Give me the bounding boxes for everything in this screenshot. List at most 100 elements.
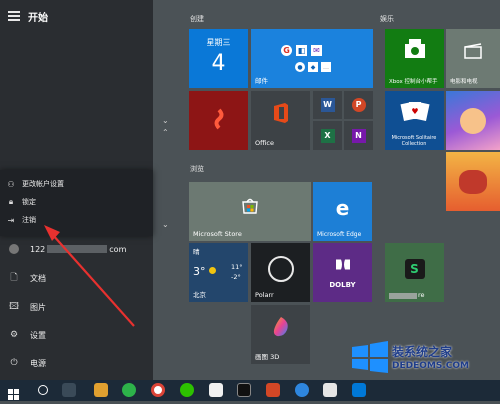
google-icon: G	[281, 45, 292, 56]
menu-item-sign-out[interactable]: ⇥ 注销	[6, 212, 36, 228]
tile-calendar[interactable]: 星期三 4	[189, 29, 248, 88]
tile-polarr-label: Polarr	[255, 291, 274, 299]
tile-weather[interactable]: 晴 3° 11° -2° 北京	[189, 243, 248, 302]
file-explorer-icon[interactable]	[94, 383, 108, 397]
tile-movies-label: 电影和电视	[450, 79, 478, 85]
tile-mail-label: 邮件	[255, 77, 268, 85]
app-s-icon: S	[404, 259, 425, 279]
xbox-icon	[404, 38, 426, 64]
tile-excel[interactable]: X	[313, 121, 342, 150]
chrome-icon[interactable]	[151, 383, 165, 397]
tile-onenote[interactable]: N	[344, 121, 373, 150]
tile-red-app[interactable]	[189, 91, 248, 150]
menu-item-label: 注销	[22, 216, 36, 224]
blurred-label	[389, 293, 417, 299]
tile-game-dragon[interactable]	[446, 152, 500, 211]
account-name-suffix: com	[109, 244, 127, 254]
watermark-text: 装系统之家	[392, 345, 453, 359]
tile-xbox[interactable]: Xbox 控制台小帮手	[385, 29, 444, 88]
search-icon[interactable]	[38, 385, 48, 395]
lock-icon: 🔒︎	[8, 197, 14, 206]
mail-taskbar-icon[interactable]	[352, 383, 366, 397]
hamburger-icon[interactable]	[8, 11, 20, 21]
contact-icon: ●	[295, 62, 305, 72]
account-name-prefix: 122	[30, 244, 46, 254]
rail-documents[interactable]: 🗋︎ 文档	[8, 269, 46, 287]
tile-movies[interactable]: 电影和电视	[446, 29, 500, 88]
mail-more-icons: ● ◆ …	[295, 62, 331, 72]
cards-icon: ♥	[399, 100, 430, 126]
dolby-label: DOLBY	[329, 281, 356, 289]
exchange-icon: ◆	[308, 62, 318, 72]
tile-solitaire[interactable]: ♥ Microsoft Solitaire Collection	[385, 91, 444, 150]
menu-item-lock[interactable]: 🔒︎ 锁定	[6, 194, 36, 210]
powerpoint-taskbar-icon[interactable]	[266, 383, 280, 397]
rail-pictures-label: 图片	[30, 302, 46, 312]
calendar-weekday: 星期三	[206, 38, 231, 47]
app-logo-icon	[211, 108, 227, 134]
green-app-icon[interactable]	[122, 383, 136, 397]
group-title-create[interactable]: 创建	[190, 14, 204, 24]
tile-paint3d[interactable]: 画图 3D	[251, 305, 310, 364]
rail-documents-label: 文档	[30, 273, 46, 283]
wechat-icon[interactable]	[180, 383, 194, 397]
chevron-up-icon[interactable]: ⌃	[162, 128, 169, 137]
menu-item-label: 更改帐户设置	[22, 180, 64, 188]
excel-icon: X	[320, 128, 335, 143]
watermark-domain: DEDEOMS.COM	[392, 361, 469, 371]
rail-power[interactable]: ⏻ 电源	[8, 354, 46, 372]
store-icon	[241, 198, 259, 218]
app-icon[interactable]	[209, 383, 223, 397]
photos-icon[interactable]	[323, 383, 337, 397]
group-title-browse[interactable]: 浏览	[190, 164, 204, 174]
windows-icon[interactable]	[8, 385, 19, 400]
rail-pictures[interactable]: 🖾︎ 图片	[8, 298, 46, 316]
outlook-icon: ◧	[296, 45, 307, 56]
office-icon	[271, 102, 291, 128]
tile-green-app[interactable]: S re	[385, 243, 444, 302]
account-context-menu: ⚇ 更改帐户设置 🔒︎ 锁定 ⇥ 注销	[0, 170, 153, 236]
tile-store-label: Microsoft Store	[193, 230, 242, 238]
chevron-down-icon[interactable]: ⌄	[162, 220, 169, 229]
k-app-icon[interactable]	[295, 383, 309, 397]
rail-settings[interactable]: ⚙ 设置	[8, 326, 46, 344]
ide-icon[interactable]	[237, 383, 251, 397]
tile-mail[interactable]: G ◧ ✉ ● ◆ … 邮件	[251, 29, 373, 88]
task-view-icon[interactable]	[62, 383, 76, 397]
watermark-logo-icon	[352, 341, 388, 373]
tile-dolby[interactable]: DOLBY	[313, 243, 372, 302]
tile-polarr[interactable]: Polarr	[251, 243, 310, 302]
chevron-down-icon[interactable]: ⌄	[162, 116, 169, 125]
dolby-icon	[335, 256, 351, 275]
weather-temp: 3°	[193, 265, 206, 278]
tile-edge[interactable]: e Microsoft Edge	[313, 182, 372, 241]
start-menu-title: 开始	[28, 13, 48, 24]
weather-low: -2°	[231, 273, 241, 281]
more-accounts-icon: …	[321, 62, 331, 72]
menu-item-change-account-settings[interactable]: ⚇ 更改帐户设置	[6, 176, 64, 192]
word-icon: W	[320, 98, 335, 112]
sun-icon	[209, 267, 216, 274]
tile-office[interactable]: Office	[251, 91, 310, 150]
tile-solitaire-label: Microsoft Solitaire Collection	[391, 135, 437, 147]
group-title-entertainment[interactable]: 娱乐	[380, 14, 394, 24]
gear-icon: ⚙	[9, 330, 19, 340]
tile-green-app-label: re	[418, 291, 425, 299]
rail-settings-label: 设置	[30, 330, 46, 340]
tile-word[interactable]: W	[313, 91, 342, 119]
game-character-icon	[460, 107, 486, 134]
tile-game-bubble[interactable]	[446, 91, 500, 150]
tile-edge-label: Microsoft Edge	[317, 231, 362, 238]
tile-paint3d-label: 画图 3D	[255, 353, 280, 361]
tile-store[interactable]: Microsoft Store	[189, 182, 311, 241]
person-icon: ⚇	[7, 179, 15, 189]
weather-high: 11°	[231, 263, 243, 271]
power-icon: ⏻	[10, 358, 18, 368]
onenote-icon: N	[351, 128, 366, 143]
signout-icon: ⇥	[7, 215, 15, 225]
tile-xbox-label: Xbox 控制台小帮手	[389, 79, 438, 85]
weather-city: 北京	[193, 291, 206, 299]
rail-account[interactable]: 122 com	[8, 240, 126, 258]
tile-powerpoint[interactable]: P	[344, 91, 373, 119]
mail-account-icons: G ◧ ✉	[281, 45, 322, 56]
